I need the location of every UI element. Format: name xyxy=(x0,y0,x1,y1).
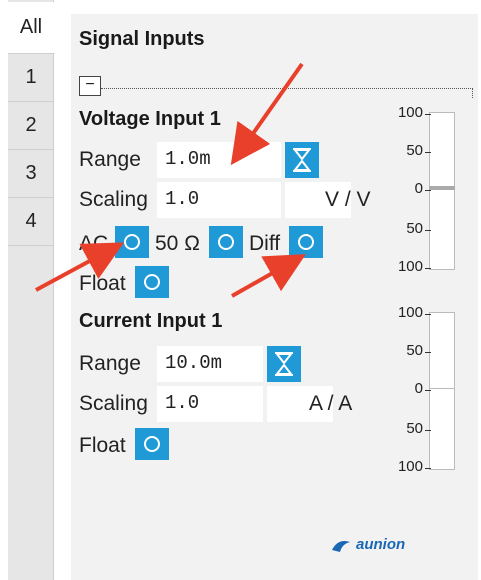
voltage-tick-mark xyxy=(425,152,431,153)
current-unit-label: A / A xyxy=(309,392,353,415)
current-tick-mark xyxy=(425,468,431,469)
voltage-float-toggle[interactable] xyxy=(135,266,169,298)
current-float-label: Float xyxy=(79,434,126,457)
current-tick-label: 50 xyxy=(406,342,423,359)
voltage-tick-label: 50 xyxy=(406,220,423,237)
voltage-range-field[interactable]: 1.0m xyxy=(157,142,281,178)
voltage-meter-bar xyxy=(429,112,455,270)
panel-title: Signal Inputs xyxy=(79,28,205,50)
current-tick-mark xyxy=(425,314,431,315)
voltage-input-title: Voltage Input 1 xyxy=(79,108,221,130)
current-meter-bar xyxy=(429,312,455,470)
current-tick-label: 100 xyxy=(397,458,423,475)
voltage-scaling-label: Scaling xyxy=(79,188,148,211)
ac-label: AC xyxy=(79,232,109,255)
current-tick-label: 100 xyxy=(397,304,423,321)
ac-toggle[interactable] xyxy=(115,226,149,258)
50-ohm-toggle[interactable] xyxy=(209,226,243,258)
voltage-meter: 100 50 0 50 100 xyxy=(367,104,477,275)
current-tick-mark xyxy=(425,352,431,353)
tab-strip: All 1 2 3 4 xyxy=(8,0,55,580)
current-input-title: Current Input 1 xyxy=(79,310,223,332)
voltage-tick-mark xyxy=(425,230,431,231)
voltage-tick-label: 50 xyxy=(406,142,423,159)
hourglass-icon xyxy=(275,352,293,376)
current-scaling-label: Scaling xyxy=(79,392,148,415)
tab-2[interactable]: 2 xyxy=(8,102,54,150)
voltage-tick-mark xyxy=(425,268,431,269)
voltage-float-label: Float xyxy=(79,272,126,295)
diff-label: Diff xyxy=(249,232,281,255)
current-float-toggle[interactable] xyxy=(135,428,169,460)
voltage-unit-label: V / V xyxy=(325,188,371,211)
section-divider xyxy=(101,88,473,89)
current-tick-mark xyxy=(425,430,431,431)
voltage-tick-label: 0 xyxy=(414,180,423,197)
tab-all[interactable]: All xyxy=(8,2,55,54)
current-tick-label: 50 xyxy=(406,420,423,437)
ohm-label: 50 Ω xyxy=(155,232,200,255)
current-range-label: Range xyxy=(79,352,141,375)
tab-4[interactable]: 4 xyxy=(8,198,54,246)
voltage-tick-mark xyxy=(425,114,431,115)
current-scaling-field[interactable]: 1.0 xyxy=(157,386,263,422)
voltage-tick-label: 100 xyxy=(397,104,423,121)
section-divider-end xyxy=(472,88,473,98)
watermark-logo-icon xyxy=(332,541,350,552)
voltage-range-autorange-button[interactable] xyxy=(285,142,319,178)
tab-3[interactable]: 3 xyxy=(8,150,54,198)
tab-1[interactable]: 1 xyxy=(8,54,54,102)
watermark-text: aunion xyxy=(356,536,406,553)
current-range-field[interactable]: 10.0m xyxy=(157,346,263,382)
voltage-range-label: Range xyxy=(79,148,141,171)
voltage-tick-label: 100 xyxy=(397,258,423,275)
current-meter: 100 50 0 50 100 xyxy=(367,304,477,475)
current-tick-label: 0 xyxy=(414,380,423,397)
signal-inputs-panel: Signal Inputs − Voltage Input 1 Range 1.… xyxy=(71,14,478,580)
voltage-scaling-field[interactable]: 1.0 xyxy=(157,182,281,218)
current-range-autorange-button[interactable] xyxy=(267,346,301,382)
hourglass-icon xyxy=(293,148,311,172)
current-tick-mark xyxy=(425,390,431,391)
current-meter-level xyxy=(429,388,455,389)
collapse-button[interactable]: − xyxy=(79,76,101,96)
voltage-tick-mark xyxy=(425,190,431,191)
diff-toggle[interactable] xyxy=(289,226,323,258)
voltage-meter-level xyxy=(429,186,455,190)
